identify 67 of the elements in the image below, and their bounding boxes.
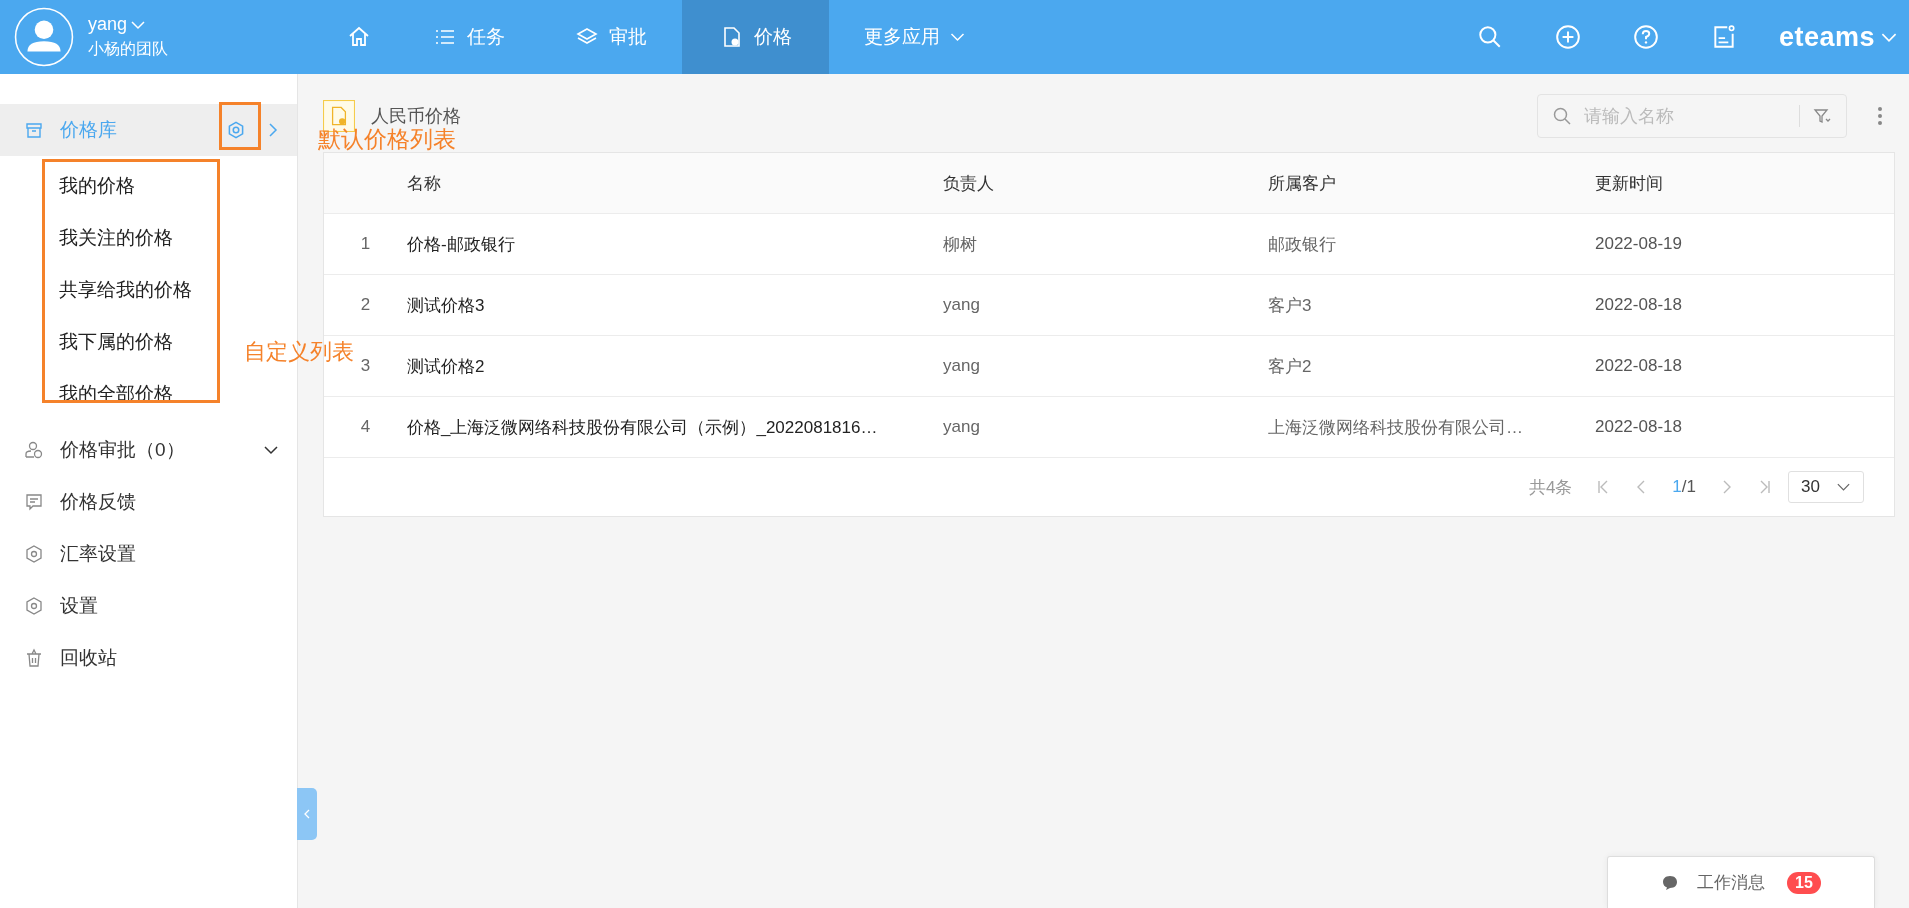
trash-icon[interactable] xyxy=(24,648,44,668)
table-cell-text: 2022-08-18 xyxy=(1595,417,1683,437)
annotation-frame xyxy=(219,102,261,150)
table-cell[interactable]: 价格_上海泛微网络科技股份有限公司（示例）_2022081816… xyxy=(407,415,943,439)
filter-icon[interactable] xyxy=(1812,106,1832,126)
page-title: 人民币价格 xyxy=(371,105,461,128)
caret-icon[interactable] xyxy=(1836,482,1851,492)
table-cell-text: 邮政银行 xyxy=(1268,233,1337,256)
column-header: 负责人 xyxy=(943,172,995,195)
table-cell[interactable]: 测试价格2 xyxy=(407,354,943,378)
table-cell[interactable]: 价格-邮政银行 xyxy=(407,232,943,256)
sidebar-item[interactable]: 价格反馈 xyxy=(0,476,297,528)
sidebar-subitem[interactable]: 共享给我的价格 xyxy=(59,264,192,316)
count-badge: 15 xyxy=(1787,871,1821,894)
table-cell-text: yang xyxy=(943,295,981,315)
table-cell-text: 客户3 xyxy=(1268,294,1313,317)
add-icon[interactable] xyxy=(1554,24,1581,50)
table-cell-text: 2022-08-18 xyxy=(1595,356,1683,376)
annotation-label: 默认价格列表 xyxy=(318,125,456,154)
person-clock-icon[interactable] xyxy=(24,440,44,460)
table-cell-text: yang xyxy=(943,417,981,437)
search-input[interactable]: 请输入名称 xyxy=(1582,104,1787,128)
total-count: 共4条 xyxy=(1528,476,1573,499)
collapse-handle[interactable] xyxy=(297,788,317,840)
sidebar-subitem[interactable]: 我关注的价格 xyxy=(59,212,173,264)
annotation-label: 自定义列表 xyxy=(244,338,354,366)
chat-icon xyxy=(1661,873,1680,892)
table-cell-text: 客户2 xyxy=(1268,355,1313,378)
search-icon xyxy=(1552,106,1572,126)
sidebar-item[interactable]: 价格审批（0） xyxy=(0,424,297,476)
hexagon-icon[interactable] xyxy=(24,596,44,616)
page-size-select[interactable]: 30 xyxy=(1788,471,1864,503)
table-cell-text: yang xyxy=(943,356,981,376)
row-number: 3 xyxy=(359,356,372,376)
column-header: 名称 xyxy=(407,172,442,195)
sidebar-subitem[interactable]: 我的价格 xyxy=(59,160,135,212)
search-field[interactable]: 请输入名称 xyxy=(1537,94,1847,138)
sidebar-subitem[interactable]: 我下属的价格 xyxy=(59,316,173,368)
last-page-icon[interactable] xyxy=(1758,479,1772,495)
avatar-icon[interactable] xyxy=(14,7,74,67)
comment-icon[interactable] xyxy=(24,492,44,512)
current-page: 1 xyxy=(1672,477,1682,496)
table-cell-text: 2022-08-19 xyxy=(1595,234,1683,254)
sidebar-item[interactable]: 设置 xyxy=(0,580,297,632)
column-header: 所属客户 xyxy=(1268,172,1337,195)
messages-label: 工作消息 xyxy=(1697,872,1766,894)
row-number: 2 xyxy=(359,295,372,315)
hexagon-icon[interactable] xyxy=(24,544,44,564)
chevron-right-icon[interactable] xyxy=(267,122,279,138)
chevron-down-icon[interactable] xyxy=(263,444,279,456)
messages-panel[interactable]: 工作消息 15 xyxy=(1607,856,1875,908)
row-number: 1 xyxy=(359,234,372,254)
table-cell[interactable]: 测试价格3 xyxy=(407,293,943,317)
column-header: 更新时间 xyxy=(1595,172,1664,195)
more-icon[interactable] xyxy=(1877,106,1883,126)
table-cell-text: 2022-08-18 xyxy=(1595,295,1683,315)
sidebar-item[interactable]: 汇率设置 xyxy=(0,528,297,580)
search-icon[interactable] xyxy=(1476,24,1503,50)
team-name: 小杨的团队 xyxy=(88,39,168,59)
page-count: /1 xyxy=(1681,477,1696,496)
help-icon[interactable] xyxy=(1632,24,1659,50)
sidebar-item[interactable]: 回收站 xyxy=(0,632,297,684)
table-cell-text: 柳树 xyxy=(943,233,978,256)
table-cell-text: 上海泛微网络科技股份有限公司… xyxy=(1268,416,1524,439)
home-icon[interactable] xyxy=(347,25,371,49)
box-icon[interactable] xyxy=(24,120,44,140)
row-number: 4 xyxy=(359,417,372,437)
